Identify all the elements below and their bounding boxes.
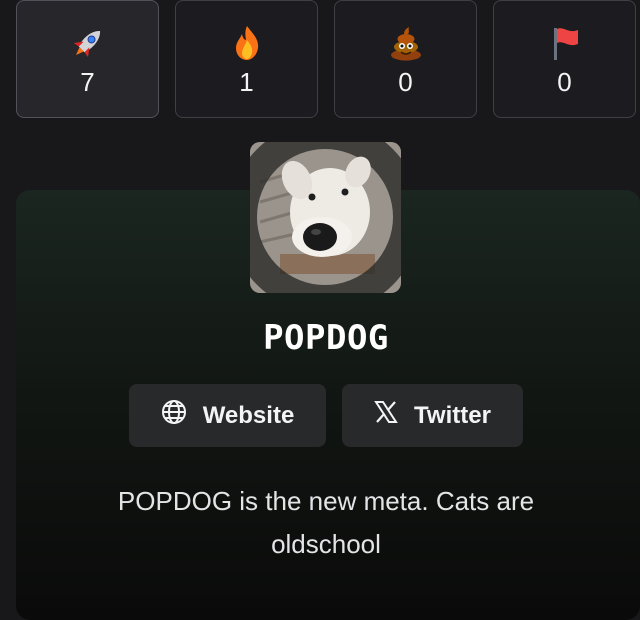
reaction-flag-button[interactable]: 0 — [493, 0, 636, 118]
reaction-fire-button[interactable]: 1 — [175, 0, 318, 118]
poop-icon — [386, 23, 426, 63]
token-name: POPDOG — [263, 318, 389, 358]
reaction-count: 0 — [398, 67, 413, 97]
reaction-poop-button[interactable]: 0 — [334, 0, 477, 118]
x-logo-icon — [374, 400, 398, 431]
twitter-button-label: Twitter — [414, 401, 491, 429]
red-flag-icon — [545, 23, 585, 63]
globe-icon — [161, 399, 187, 432]
reaction-count: 1 — [239, 67, 254, 97]
reaction-bar: 7 1 0 0 — [16, 0, 640, 118]
rocket-icon — [68, 23, 108, 63]
twitter-button[interactable]: Twitter — [342, 384, 523, 447]
reaction-rocket-button[interactable]: 7 — [16, 0, 159, 118]
reaction-count: 7 — [80, 67, 95, 97]
token-description: POPDOG is the new meta. Cats are oldscho… — [117, 486, 535, 559]
website-button-label: Website — [202, 401, 295, 429]
reaction-count: 0 — [557, 67, 572, 97]
token-avatar-image — [250, 142, 401, 293]
fire-icon — [227, 23, 267, 63]
website-button[interactable]: Website — [129, 384, 326, 447]
